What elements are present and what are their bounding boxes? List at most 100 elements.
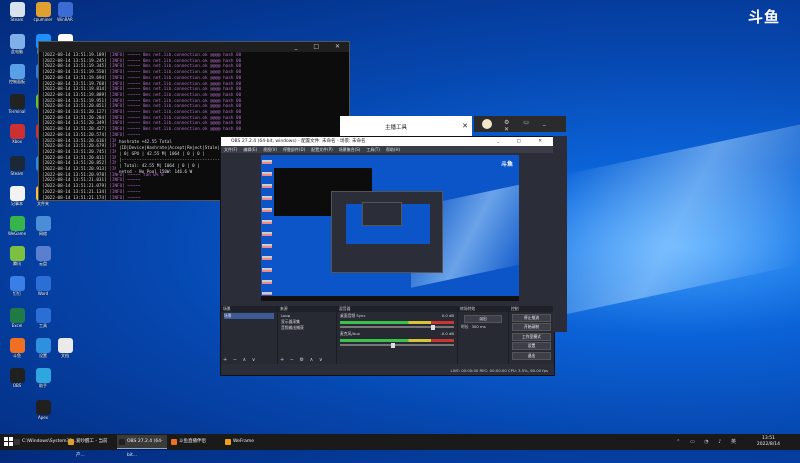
- stop-stream-button[interactable]: 停止推流: [512, 313, 551, 322]
- desktop-icon[interactable]: OBS: [4, 368, 30, 388]
- settings-button[interactable]: 设置: [512, 342, 551, 350]
- desktop-icon[interactable]: Apex: [30, 400, 56, 420]
- desktop-icon[interactable]: Steam: [4, 2, 30, 22]
- desktop-icon-label: Word: [37, 291, 49, 296]
- desktop-icon[interactable]: Terminal: [4, 94, 30, 114]
- mixer-channel-desktop: 桌面音频 Sync: [340, 313, 366, 318]
- close-icon[interactable]: ✕: [462, 122, 468, 130]
- menu-item[interactable]: 编辑(E): [243, 147, 257, 152]
- preview-taskbar: [261, 296, 519, 301]
- preview-logo: 斗鱼: [500, 161, 513, 168]
- desktop-icon[interactable]: Excel: [4, 308, 30, 328]
- controls-dock[interactable]: 控制 停止推流 开始录制 工作室模式 设置 退出: [509, 306, 554, 364]
- app-icon: [9, 94, 25, 109]
- window-controls[interactable]: _ □ ✕: [497, 137, 550, 146]
- obs-menubar[interactable]: 文件(F) 编辑(E) 视图(V) 停靠部件(D) 配置文件(P) 场景集合(S) 工具(T…: [221, 146, 554, 153]
- menu-item[interactable]: 文件(F): [224, 147, 237, 152]
- window-controls[interactable]: _ □ ✕: [294, 43, 347, 50]
- app-icon: [9, 2, 25, 17]
- desktop-icon-label: Steam: [10, 17, 24, 22]
- app-icon: [35, 308, 51, 323]
- tool-window-bar[interactable]: ⚙ ▭ _ ✕: [474, 116, 566, 133]
- desktop-icon[interactable]: WinRAR: [52, 2, 78, 22]
- taskbar-item[interactable]: OBS 27.2.4 (64-bit...: [117, 435, 167, 458]
- streamer-tool-window[interactable]: 主播工具 ✕: [340, 116, 472, 137]
- mixer-dock[interactable]: 混音器 桌面音频 Sync 0.0 dB 麦克风/Aux -0.0 dB: [337, 306, 458, 364]
- obs-preview[interactable]: 斗鱼: [261, 155, 519, 301]
- desktop-icon-label: Excel: [11, 323, 23, 328]
- obs-side-panel: [553, 136, 567, 332]
- desktop-icon[interactable]: 文档: [52, 338, 78, 358]
- terminal-titlebar[interactable]: _ □ ✕: [39, 42, 349, 52]
- desktop-icon-label: Apex: [37, 415, 49, 420]
- app-icon: [9, 216, 25, 231]
- desktop-icon-label: 斗鱼: [13, 353, 21, 358]
- desktop-icon[interactable]: 记事本: [4, 186, 30, 206]
- app-icon: [9, 308, 25, 323]
- menu-item[interactable]: 场景集合(S): [339, 147, 361, 152]
- system-tray[interactable]: ⌃ ▭ ◔ ♪ 英: [676, 438, 740, 445]
- desktop-icon[interactable]: 工具: [30, 308, 56, 328]
- desktop-icon-label: 网络: [39, 231, 47, 236]
- app-icon: [35, 2, 51, 17]
- scene-item[interactable]: 场景: [224, 313, 274, 319]
- taskbar-item[interactable]: WeFrame: [223, 435, 263, 449]
- transition-select[interactable]: 淡出: [464, 314, 502, 323]
- desktop-icon[interactable]: 腾讯: [4, 246, 30, 266]
- desktop-icon-label: 云盘: [39, 261, 47, 266]
- desktop-icon-label: 记事本: [11, 201, 23, 206]
- desktop-icon[interactable]: 此电脑: [4, 34, 30, 54]
- desktop-icon[interactable]: 助手: [30, 368, 56, 388]
- obs-titlebar[interactable]: OBS 27.2.4 (64-bit, windows) - 配置文件: 未命名…: [221, 137, 554, 146]
- desktop-icon-label: 此电脑: [11, 49, 23, 54]
- desktop-icon-label: 腾讯: [13, 261, 21, 266]
- window-controls-icons[interactable]: ⚙ ▭ _ ✕: [504, 119, 566, 133]
- exit-button[interactable]: 退出: [512, 351, 551, 360]
- avatar[interactable]: [482, 119, 492, 129]
- start-record-button[interactable]: 开始录制: [512, 323, 551, 331]
- duration-label: 时长: [461, 324, 469, 329]
- desktop-icon[interactable]: 网络: [30, 216, 56, 236]
- menu-item[interactable]: 视图(V): [263, 147, 277, 152]
- app-icon: [35, 338, 51, 353]
- scene-add-remove-icons[interactable]: + − ∧ ∨: [223, 357, 257, 363]
- desktop-icon[interactable]: 斗鱼: [4, 338, 30, 358]
- scenes-dock[interactable]: 场景 场景 + − ∧ ∨: [221, 306, 278, 364]
- app-icon: [35, 368, 51, 383]
- obs-title: OBS 27.2.4 (64-bit, windows) - 配置文件: 未命名…: [231, 139, 366, 144]
- studio-mode-button[interactable]: 工作室模式: [512, 332, 551, 341]
- desktop-icon[interactable]: Word: [30, 276, 56, 296]
- desktop-icon[interactable]: 控制面板: [4, 64, 30, 84]
- taskbar-item[interactable]: 斗鱼直播伴侣: [169, 435, 221, 449]
- audio-meter: [340, 321, 454, 324]
- obs-window[interactable]: OBS 27.2.4 (64-bit, windows) - 配置文件: 未命名…: [220, 136, 555, 376]
- transitions-dock[interactable]: 转场特效 淡出 时长 300 ms: [458, 306, 509, 364]
- obs-docks: 场景 场景 + − ∧ ∨ 来源 Loop 显示器采集 音频输出捕获 + − ⚙…: [221, 306, 554, 366]
- desktop-icon-label: WinRAR: [57, 17, 73, 22]
- menu-item[interactable]: 工具(T): [366, 147, 380, 152]
- menu-item[interactable]: 配置文件(P): [311, 147, 333, 152]
- desktop-icon[interactable]: Xbox: [4, 124, 30, 144]
- source-item[interactable]: 音频输出捕获: [281, 325, 333, 331]
- desktop-icon-label: Steam: [10, 171, 24, 176]
- volume-slider[interactable]: [340, 324, 454, 330]
- duration-input[interactable]: 300 ms: [472, 324, 486, 330]
- desktop-icon[interactable]: 云盘: [30, 246, 56, 266]
- taskbar-item[interactable]: 爱吵醒工 - 当前产...: [66, 435, 116, 458]
- source-add-remove-icons[interactable]: + − ⚙ ∧ ∨: [280, 357, 325, 363]
- wallpaper-light-beam: [560, 124, 800, 316]
- menu-item[interactable]: 帮助(H): [386, 147, 400, 152]
- volume-slider[interactable]: [340, 342, 454, 348]
- sources-dock[interactable]: 来源 Loop 显示器采集 音频输出捕获 + − ⚙ ∧ ∨: [278, 306, 337, 364]
- menu-item[interactable]: 停靠部件(D): [283, 147, 305, 152]
- clock[interactable]: 13:51 2022/8/14: [757, 436, 780, 448]
- app-icon: [35, 246, 51, 261]
- desktop-icon[interactable]: Steam: [4, 156, 30, 176]
- desktop-icon[interactable]: 钉钉: [4, 276, 30, 296]
- app-icon: [9, 156, 25, 171]
- desktop-icon[interactable]: WeGame: [4, 216, 30, 236]
- taskbar-item[interactable]: C:\Windows\System32...: [12, 435, 77, 449]
- audio-meter: [340, 339, 454, 342]
- desktop-icon-label: 控制面板: [9, 79, 25, 84]
- controls-header: 控制: [509, 306, 554, 312]
